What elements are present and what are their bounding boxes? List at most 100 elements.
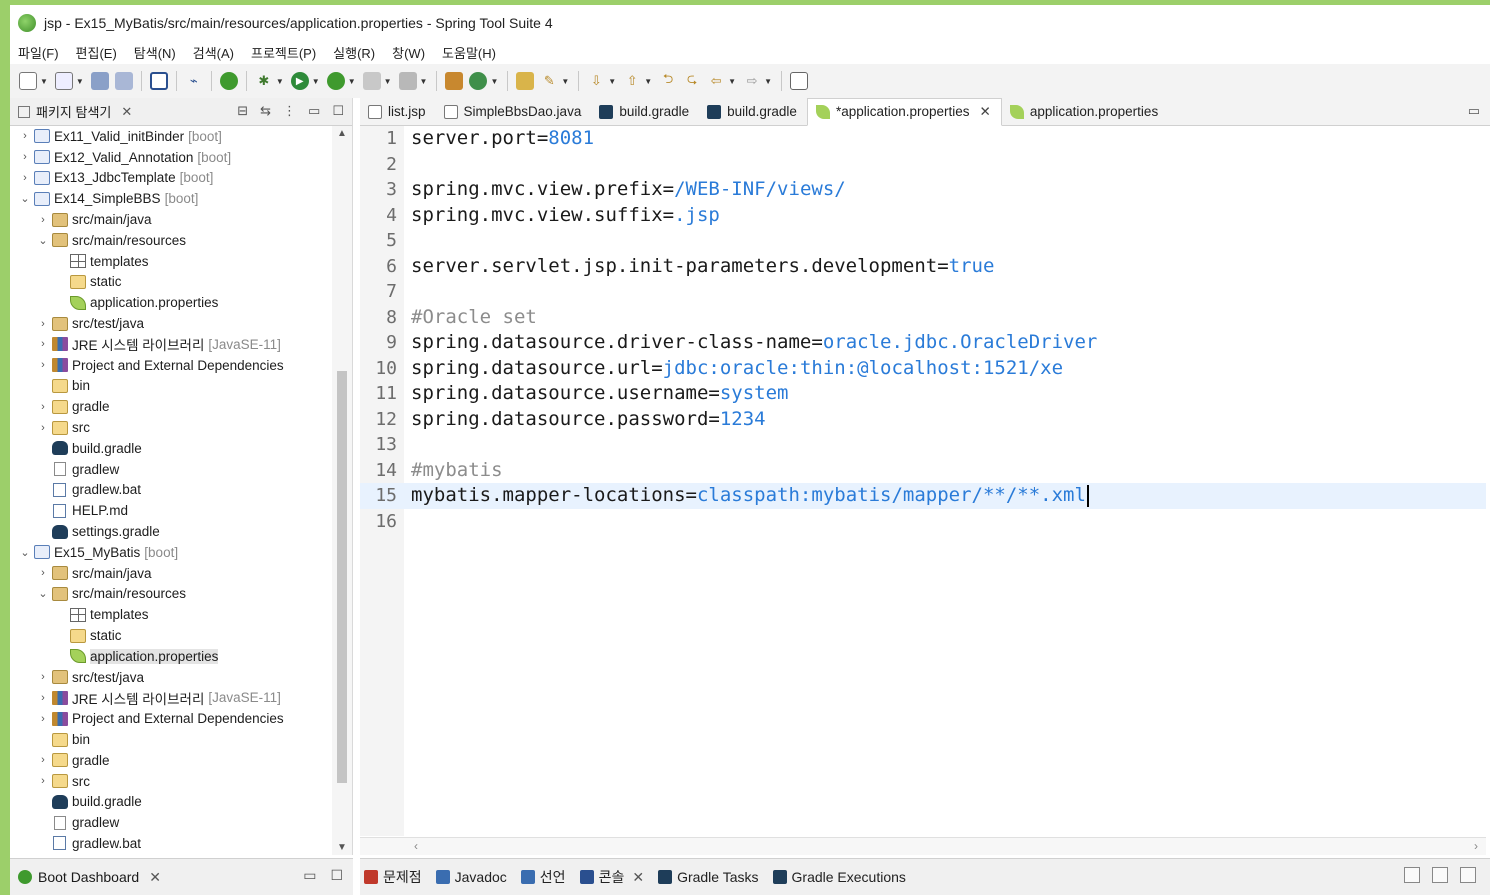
new-icon[interactable]: [19, 72, 37, 90]
tree-item[interactable]: gradlew.bat: [10, 833, 333, 854]
view-toolbar-icon[interactable]: [1404, 867, 1420, 883]
maximize-icon[interactable]: ☐: [330, 867, 343, 884]
tree-item[interactable]: › JRE 시스템 라이브러리 [JavaSE-11]: [10, 688, 333, 709]
tree-item[interactable]: › gradle: [10, 396, 333, 417]
maximize-icon[interactable]: ☐: [332, 103, 344, 119]
code-line[interactable]: 1 server.port=8081: [360, 126, 1486, 152]
tree-item[interactable]: gradlew: [10, 459, 333, 480]
link-with-editor-icon[interactable]: ⇆: [260, 103, 271, 119]
save-icon[interactable]: [90, 72, 109, 90]
open-perspective-icon[interactable]: [789, 72, 808, 90]
tree-item[interactable]: static: [10, 272, 333, 293]
chevron-icon[interactable]: ›: [18, 172, 32, 184]
code-line[interactable]: 6 server.servlet.jsp.init-parameters.deve…: [360, 254, 1486, 280]
tree-item[interactable]: ⌄ Ex15_MyBatis [boot]: [10, 542, 333, 563]
editor-tab[interactable]: list.jsp: [360, 98, 436, 126]
menu-file[interactable]: 파일(F): [18, 43, 59, 62]
view-toolbar-icon[interactable]: [1460, 867, 1476, 883]
chevron-down-icon[interactable]: ▼: [608, 77, 616, 86]
chevron-down-icon[interactable]: ▼: [490, 77, 498, 86]
chevron-icon[interactable]: ›: [36, 567, 50, 579]
tree-item[interactable]: application.properties: [10, 646, 333, 667]
chevron-icon[interactable]: ⌄: [18, 192, 32, 205]
tree-scrollbar[interactable]: ▲ ▼: [332, 126, 352, 855]
external-tools-icon[interactable]: [326, 72, 345, 90]
code-line[interactable]: 9 spring.datasource.driver-class-name=ora…: [360, 330, 1486, 356]
tree-item[interactable]: static: [10, 625, 333, 646]
bottom-panel-tab[interactable]: Gradle Executions: [772, 869, 906, 885]
code-line[interactable]: 7: [360, 279, 1486, 305]
chevron-down-icon[interactable]: ▼: [764, 77, 772, 86]
horizontal-scrollbar[interactable]: ‹ ›: [360, 837, 1486, 855]
close-icon[interactable]: ✕: [149, 869, 161, 886]
chevron-down-icon[interactable]: ▼: [420, 77, 428, 86]
menu-run[interactable]: 실행(R): [333, 43, 375, 62]
run-icon[interactable]: ▶: [290, 72, 309, 90]
new-class-icon[interactable]: [469, 72, 488, 90]
chevron-icon[interactable]: ⌄: [36, 234, 50, 247]
menu-project[interactable]: 프로젝트(P): [251, 43, 316, 62]
code-line[interactable]: 13: [360, 432, 1486, 458]
stop-icon[interactable]: [362, 72, 381, 90]
code-line[interactable]: 16: [360, 509, 1486, 535]
tree-item[interactable]: › src/main/java: [10, 563, 333, 584]
minimize-icon[interactable]: ▭: [308, 103, 320, 119]
editor-tab[interactable]: SimpleBbsDao.java: [436, 98, 592, 126]
search-icon[interactable]: ✎: [540, 72, 558, 90]
forward-icon[interactable]: ⇨: [743, 72, 761, 90]
scroll-left-icon[interactable]: ‹: [414, 839, 418, 853]
code-line[interactable]: 5: [360, 228, 1486, 254]
chevron-down-icon[interactable]: ▼: [348, 77, 356, 86]
chevron-icon[interactable]: ›: [36, 754, 50, 766]
chevron-icon[interactable]: ›: [36, 359, 50, 371]
chevron-icon[interactable]: ›: [18, 151, 32, 163]
forward-edit-icon[interactable]: ⮎: [683, 71, 701, 90]
tree-item[interactable]: application.properties: [10, 292, 333, 313]
chevron-icon[interactable]: ›: [36, 401, 50, 413]
chevron-down-icon[interactable]: ▼: [312, 77, 320, 86]
menu-navigate[interactable]: 탐색(N): [134, 43, 176, 62]
chevron-icon[interactable]: ›: [36, 671, 50, 683]
menu-window[interactable]: 창(W): [392, 43, 425, 62]
menu-edit[interactable]: 편집(E): [76, 43, 117, 62]
tree-item[interactable]: › src/main/java: [10, 209, 333, 230]
bottom-panel-tab[interactable]: 콘솔 ✕: [579, 867, 644, 887]
chevron-icon[interactable]: ›: [36, 338, 50, 350]
tree-item[interactable]: › Project and External Dependencies: [10, 708, 333, 729]
code-line[interactable]: 11 spring.datasource.username=system: [360, 381, 1486, 407]
close-icon[interactable]: ✕: [632, 869, 644, 886]
skip-breakpoints-icon[interactable]: ⌁: [185, 72, 203, 90]
bottom-panel-tab[interactable]: Gradle Tasks: [658, 869, 759, 885]
chevron-down-icon[interactable]: ▼: [561, 77, 569, 86]
code-line[interactable]: 3 spring.mvc.view.prefix=/WEB-INF/views/: [360, 177, 1486, 203]
chevron-down-icon[interactable]: ▼: [76, 77, 84, 86]
scroll-right-icon[interactable]: ›: [1474, 839, 1478, 853]
close-icon[interactable]: ✕: [121, 104, 132, 120]
view-menu-icon[interactable]: ⋮: [283, 103, 296, 119]
tree-item[interactable]: › src: [10, 417, 333, 438]
save-all-icon[interactable]: [114, 72, 133, 90]
chevron-icon[interactable]: ⌄: [36, 587, 50, 600]
editor-tab[interactable]: build.gradle: [699, 98, 807, 126]
view-toolbar-icon[interactable]: [1432, 867, 1448, 883]
next-annotation-icon[interactable]: ⇩: [587, 72, 605, 90]
chevron-down-icon[interactable]: ▼: [644, 77, 652, 86]
coverage-icon[interactable]: [398, 72, 417, 90]
code-editor[interactable]: 1 server.port=8081 2 3 spring.mvc.view.prefi…: [360, 126, 1486, 836]
debug-icon[interactable]: ✱: [255, 72, 273, 90]
chevron-icon[interactable]: ›: [36, 692, 50, 704]
chevron-icon[interactable]: ›: [36, 713, 50, 725]
chevron-icon[interactable]: ›: [36, 422, 50, 434]
menu-search[interactable]: 검색(A): [193, 43, 234, 62]
chevron-down-icon[interactable]: ▼: [276, 77, 284, 86]
tree-item[interactable]: templates: [10, 604, 333, 625]
scrollbar-thumb[interactable]: [337, 371, 347, 783]
scroll-down-icon[interactable]: ▼: [337, 842, 347, 853]
spring-boot-icon[interactable]: [219, 72, 238, 90]
chevron-down-icon[interactable]: ▼: [384, 77, 392, 86]
chevron-icon[interactable]: ›: [36, 214, 50, 226]
bottom-panel-tab[interactable]: 선언: [520, 867, 566, 887]
scroll-up-icon[interactable]: ▲: [337, 128, 347, 139]
minimize-icon[interactable]: ▭: [303, 867, 316, 884]
tree-item[interactable]: templates: [10, 251, 333, 272]
